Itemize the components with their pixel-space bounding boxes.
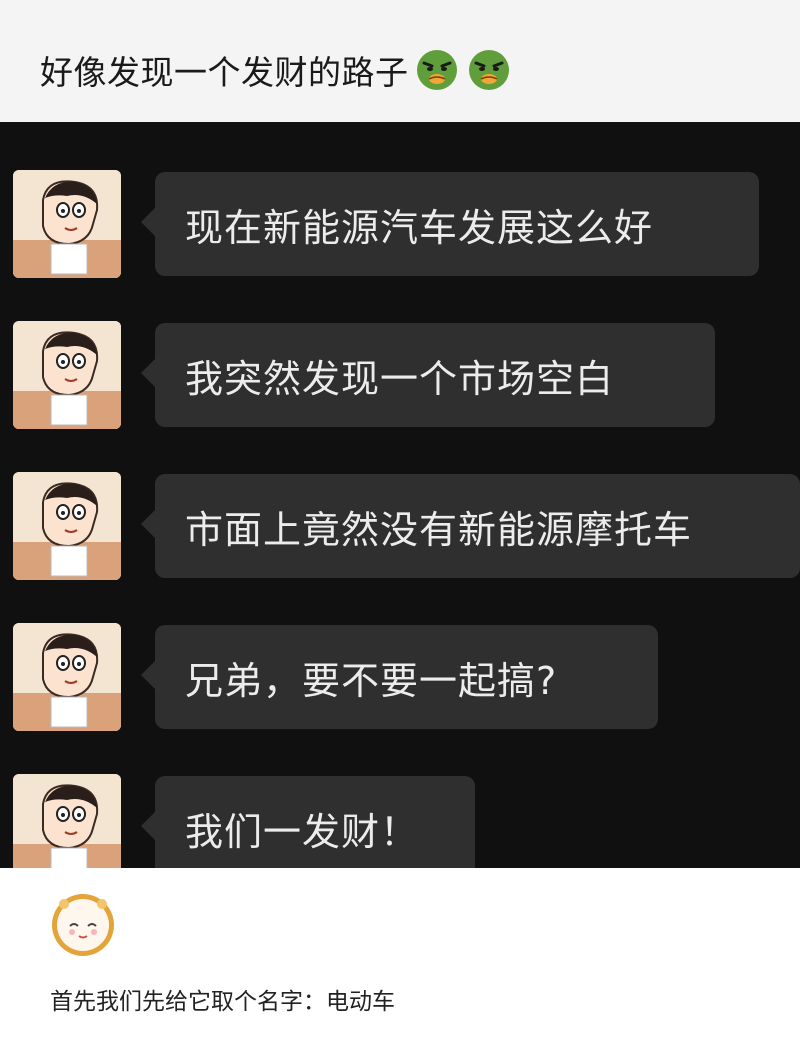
cartoon-avatar[interactable] xyxy=(13,774,121,882)
chat-message-row: 兄弟，要不要一起搞? xyxy=(0,623,800,733)
chat-message-text: 我们一发财！ xyxy=(185,809,420,854)
chat-message-text: 兄弟，要不要一起搞? xyxy=(185,658,558,703)
cartoon-avatar[interactable] xyxy=(13,321,121,429)
chat-bubble: 我突然发现一个市场空白 xyxy=(141,323,715,427)
post-header: 好像发现一个发财的路子 xyxy=(0,0,800,122)
nauseated-face-icon xyxy=(415,48,459,92)
chat-bubble: 我们一发财！ xyxy=(141,776,475,880)
chat-bubble: 市面上竟然没有新能源摩托车 xyxy=(141,474,800,578)
chat-message-row: 市面上竟然没有新能源摩托车 xyxy=(0,472,800,582)
cartoon-avatar[interactable] xyxy=(13,623,121,731)
cartoon-avatar[interactable] xyxy=(13,472,121,580)
nauseated-face-icon xyxy=(467,48,511,92)
comment-text: 首先我们先给它取个名字：电动车 xyxy=(50,989,395,1015)
chat-message-text: 市面上竟然没有新能源摩托车 xyxy=(185,507,693,552)
cartoon-avatar[interactable] xyxy=(13,170,121,278)
post-title: 好像发现一个发财的路子 xyxy=(40,46,511,94)
commenter-avatar[interactable] xyxy=(50,892,116,958)
title-emoji-row xyxy=(415,48,511,92)
post-title-text: 好像发现一个发财的路子 xyxy=(40,53,409,92)
chat-bubble: 现在新能源汽车发展这么好 xyxy=(141,172,759,276)
chat-message-text: 现在新能源汽车发展这么好 xyxy=(185,205,654,250)
comment-area: 首先我们先给它取个名字：电动车 xyxy=(0,868,800,1042)
chat-message-row: 现在新能源汽车发展这么好 xyxy=(0,170,800,280)
chat-message-row: 我突然发现一个市场空白 xyxy=(0,321,800,431)
chat-message-text: 我突然发现一个市场空白 xyxy=(185,356,615,401)
chat-bubble: 兄弟，要不要一起搞? xyxy=(141,625,658,729)
chat-screenshot: 现在新能源汽车发展这么好 我突然发现一个市场空白 市面上竟然没有新能源摩托车 兄… xyxy=(0,122,800,882)
